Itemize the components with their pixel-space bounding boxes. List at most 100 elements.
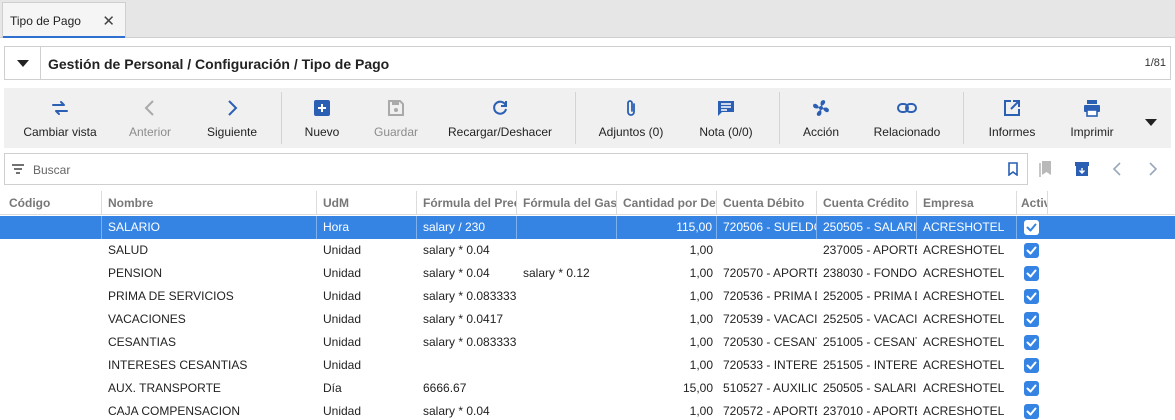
cell-uom: Día [323, 381, 342, 395]
check-icon [1026, 361, 1037, 370]
cell-price-formula: salary * 0.083333 [423, 335, 517, 349]
cell-company: ACRESHOTEL [923, 358, 1005, 372]
cell-code [4, 331, 102, 354]
cell-code [4, 400, 102, 420]
search-input[interactable] [33, 161, 993, 179]
new-button[interactable]: Nuevo [299, 88, 345, 148]
paperclip-icon [619, 96, 643, 120]
toolbar-divider [779, 92, 780, 144]
cell-uom: Unidad [323, 404, 362, 418]
check-icon [1026, 338, 1037, 347]
filter-icon[interactable] [11, 162, 25, 176]
cell-price-formula: 6666.67 [423, 381, 467, 395]
table-row[interactable]: INTERESES CESANTIAS Unidad 1,00 720533 - IN… [0, 354, 1175, 377]
table-row[interactable]: AUX. TRANSPORTE Día 6666.67 15,00 510527 - A… [0, 377, 1175, 400]
chevron-right-icon[interactable] [1146, 160, 1160, 180]
bookmark-icon[interactable] [1007, 162, 1019, 179]
cell-default-qty: 1,00 [689, 289, 713, 303]
action-button[interactable]: Acción [798, 88, 844, 148]
cell-credit-account: 251505 - INTERESES [823, 358, 917, 372]
cell-default-qty: 1,00 [689, 404, 713, 418]
reports-button[interactable]: Informes [984, 88, 1040, 148]
reload-undo-button[interactable]: Recargar/Deshacer [448, 88, 552, 148]
column-header-uom[interactable]: UdM [318, 191, 417, 215]
cell-credit-account: 250505 - SALARIOS [823, 381, 917, 395]
close-icon[interactable]: ✕ [102, 12, 115, 30]
cell-code [4, 377, 102, 400]
archive-icon[interactable] [1074, 160, 1090, 180]
active-checkbox[interactable] [1024, 312, 1039, 327]
active-checkbox[interactable] [1024, 220, 1039, 235]
active-checkbox[interactable] [1024, 404, 1039, 419]
cell-code [4, 354, 102, 377]
cell-uom: Hora [318, 216, 417, 239]
table-row[interactable]: CAJA COMPENSACION Unidad salary * 0.04 1,00… [0, 400, 1175, 420]
table-row[interactable]: SALUD Unidad salary * 0.04 1,00 237005 - APO… [0, 239, 1175, 262]
cell-name: CAJA COMPENSACION [108, 404, 241, 418]
cell-uom: Unidad [323, 289, 362, 303]
cell-credit-account: 252505 - VACACIONES [823, 312, 917, 326]
check-icon [1026, 246, 1037, 255]
comment-icon [714, 96, 738, 120]
active-checkbox[interactable] [1024, 381, 1039, 396]
column-header-active[interactable]: Activo [1018, 191, 1048, 215]
note-button[interactable]: Nota (0/0) [696, 88, 756, 148]
cell-name: SALARIO [103, 216, 317, 239]
grid-header: Código Nombre UdM Fórmula del Precio Fór… [0, 191, 1175, 215]
column-header-default-qty[interactable]: Cantidad por Defecto [618, 191, 717, 215]
column-header-price-formula[interactable]: Fórmula del Precio [418, 191, 517, 215]
cell-debit-account: 720570 - APORTES [723, 266, 817, 280]
floppy-disk-icon [384, 96, 408, 120]
print-button[interactable]: Imprimir [1066, 88, 1118, 148]
previous-button[interactable]: Anterior [122, 88, 178, 148]
cell-debit-account: 720572 - APORTES [723, 404, 817, 418]
cell-price-formula [418, 354, 517, 377]
switch-view-button[interactable]: Cambiar vista [20, 88, 100, 148]
related-button[interactable]: Relacionado [870, 88, 944, 148]
search-bar [4, 153, 1028, 185]
column-header-name[interactable]: Nombre [103, 191, 317, 215]
cell-debit-account: 510527 - AUXILIO [723, 381, 817, 395]
table-row[interactable]: SALARIO Hora salary / 230 115,00 720506 - SU… [0, 216, 1175, 239]
toolbar-divider [963, 92, 964, 144]
column-header-credit-account[interactable]: Cuenta Crédito [818, 191, 917, 215]
table-row[interactable]: PRIMA DE SERVICIOS Unidad salary * 0.08333… [0, 285, 1175, 308]
tab-tipo-de-pago[interactable]: Tipo de Pago ✕ [2, 2, 126, 38]
cell-code [4, 308, 102, 331]
active-checkbox[interactable] [1024, 243, 1039, 258]
active-checkbox[interactable] [1024, 266, 1039, 281]
active-checkbox[interactable] [1024, 335, 1039, 350]
cell-company: ACRESHOTEL [923, 335, 1005, 349]
table-row[interactable]: PENSION Unidad salary * 0.04 salary * 0.12 1… [0, 262, 1175, 285]
column-header-debit-account[interactable]: Cuenta Débito [718, 191, 817, 215]
breadcrumb: Gestión de Personal / Configuración / Ti… [48, 56, 390, 72]
active-checkbox[interactable] [1024, 358, 1039, 373]
record-counter: 1/81 [1144, 57, 1166, 69]
check-icon [1026, 407, 1037, 416]
table-row[interactable]: VACACIONES Unidad salary * 0.0417 1,00 72053… [0, 308, 1175, 331]
cell-company: ACRESHOTEL [923, 289, 1005, 303]
records-grid: Código Nombre UdM Fórmula del Precio Fór… [0, 191, 1175, 420]
cell-uom: Unidad [323, 266, 362, 280]
column-header-code[interactable]: Código [4, 191, 102, 215]
attachments-button[interactable]: Adjuntos (0) [596, 88, 666, 148]
cell-credit-account: 251005 - CESANTIAS [823, 335, 917, 349]
cell-default-qty: 1,00 [689, 335, 713, 349]
cell-default-qty: 1,00 [689, 266, 713, 280]
column-header-expense-formula[interactable]: Fórmula del Gasto [518, 191, 617, 215]
cell-price-formula: salary * 0.0417 [423, 312, 504, 326]
save-button[interactable]: Guardar [370, 88, 422, 148]
cell-debit-account: 720530 - CESANTIAS [723, 335, 817, 349]
active-checkbox[interactable] [1024, 289, 1039, 304]
more-menu-button[interactable] [1138, 88, 1164, 148]
column-header-company[interactable]: Empresa [918, 191, 1017, 215]
collapse-toggle-button[interactable] [5, 47, 41, 79]
table-row[interactable]: CESANTIAS Unidad salary * 0.083333 1,00 7205… [0, 331, 1175, 354]
chevron-left-icon[interactable] [1110, 160, 1124, 180]
cell-uom: Unidad [323, 335, 362, 349]
next-button[interactable]: Siguiente [202, 88, 262, 148]
bookmarks-list-icon[interactable] [1038, 160, 1054, 180]
cell-credit-account: 252005 - PRIMA DE [823, 289, 917, 303]
cell-expense-formula [518, 354, 617, 377]
cell-company: ACRESHOTEL [918, 216, 1017, 239]
